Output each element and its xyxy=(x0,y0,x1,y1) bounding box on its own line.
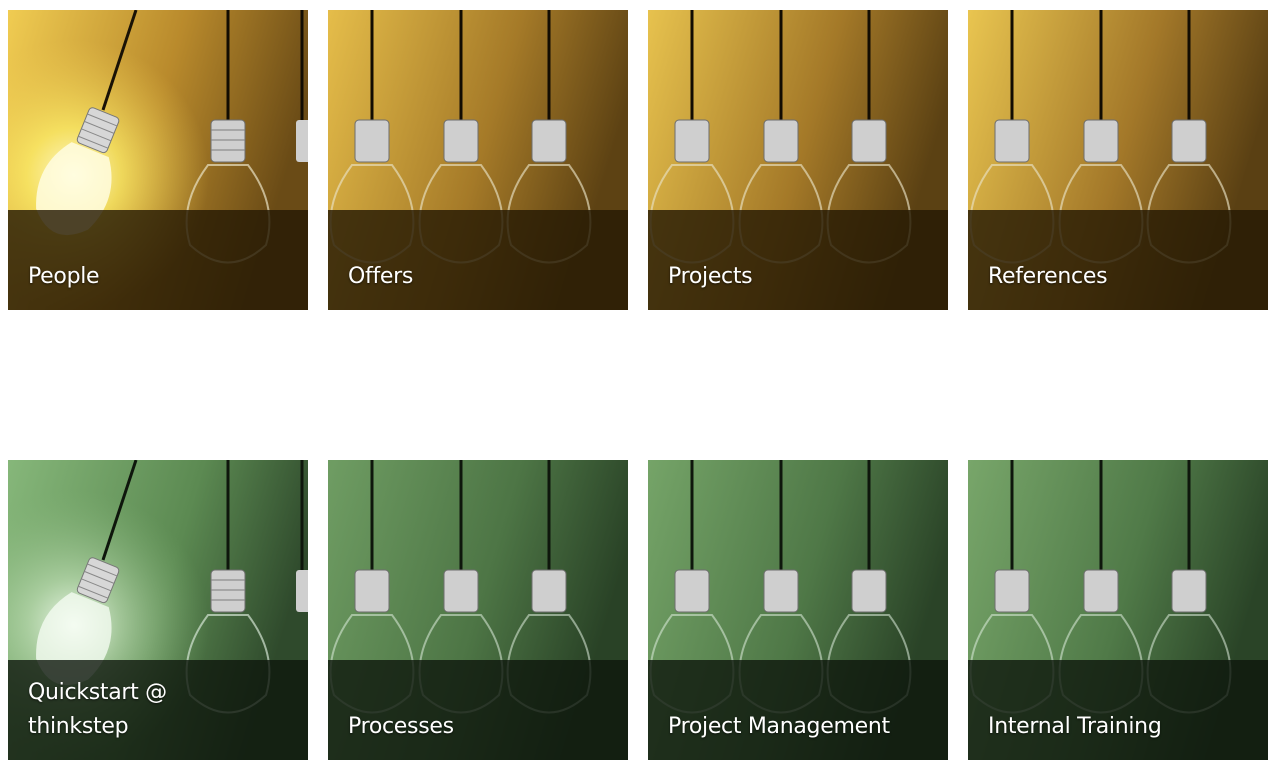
tile-caption: Internal Training xyxy=(968,660,1268,760)
tile-caption: Projects xyxy=(648,210,948,310)
tile-references[interactable]: References xyxy=(968,10,1268,310)
tile-quickstart[interactable]: Quickstart @ thinkstep xyxy=(8,460,308,760)
tile-caption: Processes xyxy=(328,660,628,760)
tile-label: Internal Training xyxy=(988,714,1162,739)
tile-caption: People xyxy=(8,210,308,310)
tile-caption: Quickstart @ thinkstep xyxy=(8,660,308,760)
tile-caption: Project Management xyxy=(648,660,948,760)
tile-projects[interactable]: Projects xyxy=(648,10,948,310)
tile-label: Offers xyxy=(348,264,414,289)
tile-project-management[interactable]: Project Management xyxy=(648,460,948,760)
tile-grid: People Offers Projects References Quicks… xyxy=(0,0,1276,770)
tile-label: Project Management xyxy=(668,714,890,739)
tile-people[interactable]: People xyxy=(8,10,308,310)
tile-processes[interactable]: Processes xyxy=(328,460,628,760)
tile-label: Projects xyxy=(668,264,753,289)
tile-label: References xyxy=(988,264,1108,289)
tile-caption: Offers xyxy=(328,210,628,310)
tile-offers[interactable]: Offers xyxy=(328,10,628,310)
tile-caption: References xyxy=(968,210,1268,310)
tile-label: Quickstart @ thinkstep xyxy=(28,680,167,739)
tile-label: People xyxy=(28,264,100,289)
tile-label: Processes xyxy=(348,714,454,739)
tile-internal-training[interactable]: Internal Training xyxy=(968,460,1268,760)
